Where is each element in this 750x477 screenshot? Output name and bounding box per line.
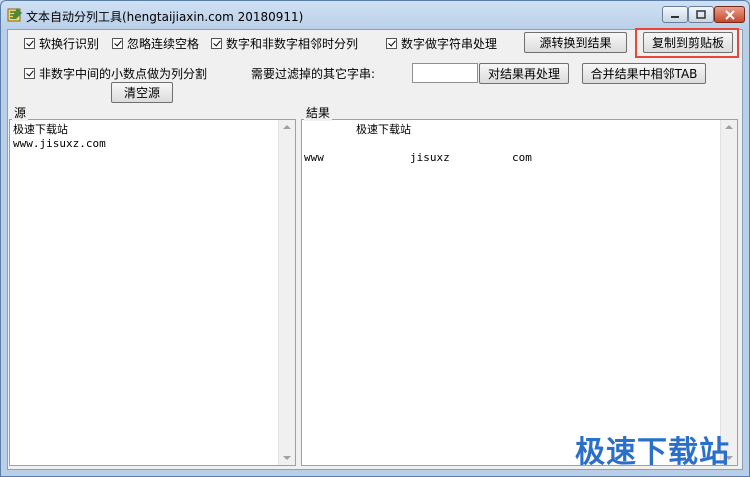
maximize-icon bbox=[696, 10, 706, 19]
scroll-down-icon[interactable] bbox=[283, 456, 291, 460]
minimize-icon bbox=[671, 15, 679, 18]
maximize-button[interactable] bbox=[688, 6, 714, 23]
ignore-spaces-label: 忽略连续空格 bbox=[127, 37, 200, 51]
filter-label: 需要过滤掉的其它字串: bbox=[251, 67, 376, 81]
source-scrollbar[interactable] bbox=[278, 120, 295, 465]
soft-wrap-checkbox[interactable]: 软换行识别 bbox=[24, 35, 99, 52]
client-area: 软换行识别 忽略连续空格 数字和非数字相邻时分列 数字做字符串处理 源转换到结果… bbox=[7, 28, 743, 470]
scroll-up-icon[interactable] bbox=[725, 125, 733, 129]
source-textarea[interactable]: 极速下载站 www.jisuxz.com bbox=[9, 119, 296, 466]
watermark-logo: 极速下载站 bbox=[575, 435, 730, 470]
app-icon bbox=[7, 8, 22, 22]
source-to-result-button[interactable]: 源转换到结果 bbox=[524, 32, 627, 53]
scroll-up-icon[interactable] bbox=[283, 125, 291, 129]
window-title: 文本自动分列工具(hengtaijiaxin.com 20180911) bbox=[26, 10, 304, 24]
source-group-label: 源 bbox=[12, 104, 29, 121]
decimal-point-split-label: 非数字中间的小数点做为列分割 bbox=[39, 67, 208, 81]
result-cell: www bbox=[304, 151, 324, 164]
checkbox-icon bbox=[24, 38, 35, 49]
result-cell: com bbox=[512, 151, 532, 164]
reprocess-result-button[interactable]: 对结果再处理 bbox=[479, 63, 569, 84]
merge-tab-button[interactable]: 合并结果中相邻TAB bbox=[582, 63, 706, 84]
result-line: 极速下载站 bbox=[356, 123, 411, 136]
ignore-spaces-checkbox[interactable]: 忽略连续空格 bbox=[112, 35, 199, 52]
result-cell: jisuxz bbox=[410, 151, 450, 164]
filter-input[interactable] bbox=[412, 63, 478, 83]
minimize-button[interactable] bbox=[662, 6, 688, 23]
highlight-box bbox=[635, 28, 739, 58]
split-digit-nondigit-label: 数字和非数字相邻时分列 bbox=[226, 37, 359, 51]
result-group-label: 結果 bbox=[304, 104, 333, 121]
clear-source-button[interactable]: 清空源 bbox=[111, 82, 173, 103]
title-bar[interactable]: 文本自动分列工具(hengtaijiaxin.com 20180911) bbox=[1, 1, 749, 29]
source-line: 极速下载站 bbox=[13, 123, 68, 136]
soft-wrap-label: 软换行识别 bbox=[39, 37, 100, 51]
source-line: www.jisuxz.com bbox=[13, 137, 106, 150]
checkbox-icon bbox=[24, 68, 35, 79]
result-textarea[interactable]: 极速下载站 www jisuxz com bbox=[301, 119, 738, 466]
digits-as-string-label: 数字做字符串处理 bbox=[401, 37, 498, 51]
close-icon bbox=[724, 9, 735, 20]
checkbox-icon bbox=[386, 38, 397, 49]
checkbox-icon bbox=[211, 38, 222, 49]
app-window: 文本自动分列工具(hengtaijiaxin.com 20180911) 软换行… bbox=[0, 0, 750, 477]
result-scrollbar[interactable] bbox=[720, 120, 737, 465]
checkbox-icon bbox=[112, 38, 123, 49]
digits-as-string-checkbox[interactable]: 数字做字符串处理 bbox=[386, 35, 497, 52]
close-button[interactable] bbox=[714, 6, 745, 23]
decimal-point-split-checkbox[interactable]: 非数字中间的小数点做为列分割 bbox=[24, 65, 207, 82]
split-digit-nondigit-checkbox[interactable]: 数字和非数字相邻时分列 bbox=[211, 35, 358, 52]
